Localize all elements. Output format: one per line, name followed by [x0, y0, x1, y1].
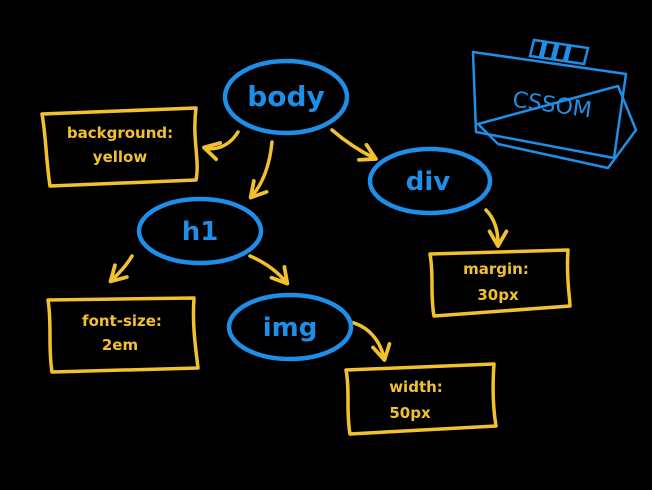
cssom-diagram: CSSOM background: yellow margin: 30px fo…: [0, 0, 652, 490]
arrow-h1-to-img: [248, 254, 290, 286]
property-box-background: background: yellow: [40, 106, 199, 188]
property-box-font-size: font-size: 2em: [46, 296, 200, 374]
arrow-body-to-background: [202, 130, 240, 162]
arrow-img-to-width: [348, 320, 392, 362]
property-value: yellow: [93, 148, 148, 166]
node-label: img: [263, 313, 318, 343]
property-box-width: width: 50px: [344, 362, 498, 436]
property-label: background:: [67, 124, 173, 142]
diagram-canvas: CSSOM background: yellow margin: 30px fo…: [40, 38, 638, 436]
node-label: h1: [182, 217, 219, 247]
property-label: width:: [389, 378, 443, 396]
property-value: 30px: [477, 286, 519, 304]
property-box-margin: margin: 30px: [428, 248, 572, 318]
node-div: div: [367, 146, 493, 216]
property-value: 50px: [389, 404, 431, 422]
property-label: margin:: [463, 260, 529, 278]
arrow-h1-to-font-size: [108, 254, 134, 284]
node-label: div: [406, 167, 451, 197]
property-value: 2em: [102, 336, 138, 354]
badge-label: CSSOM: [511, 88, 593, 124]
property-label: font-size:: [82, 312, 162, 330]
node-body: body: [222, 58, 350, 136]
node-label: body: [247, 80, 325, 113]
arrow-body-to-div: [330, 128, 378, 162]
arrow-div-to-margin: [484, 208, 509, 248]
node-h1: h1: [136, 196, 264, 266]
node-img: img: [226, 292, 354, 362]
arrow-body-to-h1: [248, 140, 274, 200]
cssom-badge: CSSOM: [471, 38, 638, 170]
